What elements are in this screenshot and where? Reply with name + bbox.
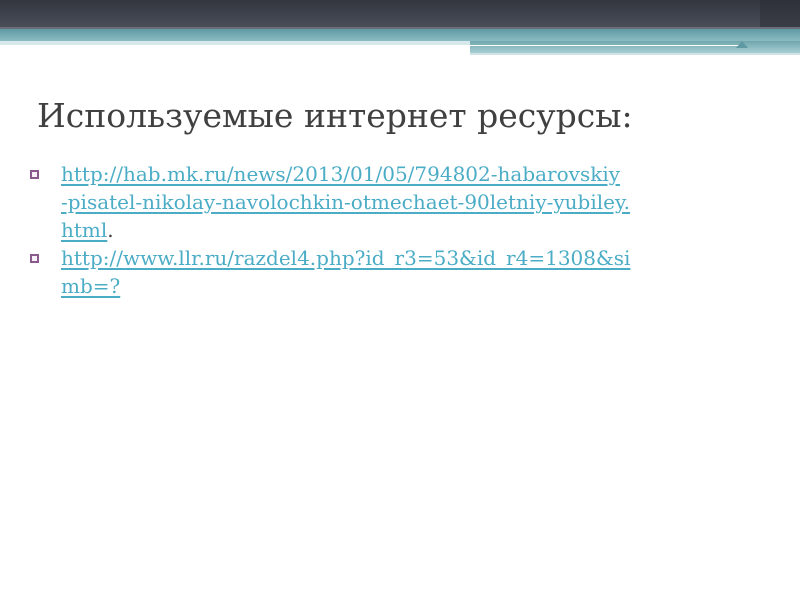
slide-title: Используемые интернет ресурсы: (37, 96, 633, 135)
header-teal-band (0, 29, 800, 41)
square-bullet-icon (30, 254, 39, 263)
resource-link-2-line-1[interactable]: http://www.llr.ru/razdel4.php?id_r3=53&i… (61, 244, 760, 272)
header-dark-corner (760, 0, 800, 27)
header-dark-band (0, 0, 800, 27)
list-item: http://www.llr.ru/razdel4.php?id_r3=53&i… (30, 244, 760, 300)
resource-link-1-line-3[interactable]: html (61, 218, 107, 242)
resource-link-1-line-2[interactable]: -pisatel-nikolay-navolochkin-otmechaet-9… (61, 188, 760, 216)
list-item: http://hab.mk.ru/news/2013/01/05/794802-… (30, 160, 760, 244)
resource-list: http://hab.mk.ru/news/2013/01/05/794802-… (30, 160, 760, 300)
trailing-period: . (107, 218, 114, 242)
resource-link-2-line-2[interactable]: mb=? (61, 272, 760, 300)
resource-link-1-line-1[interactable]: http://hab.mk.ru/news/2013/01/05/794802-… (61, 160, 760, 188)
header-teal-right-edge (470, 53, 800, 55)
header-triangle-icon (736, 41, 748, 48)
slide: Используемые интернет ресурсы: http://ha… (0, 0, 800, 600)
header-highlight-line (470, 45, 740, 46)
square-bullet-icon (30, 170, 39, 179)
header-teal-right-band (470, 41, 800, 53)
